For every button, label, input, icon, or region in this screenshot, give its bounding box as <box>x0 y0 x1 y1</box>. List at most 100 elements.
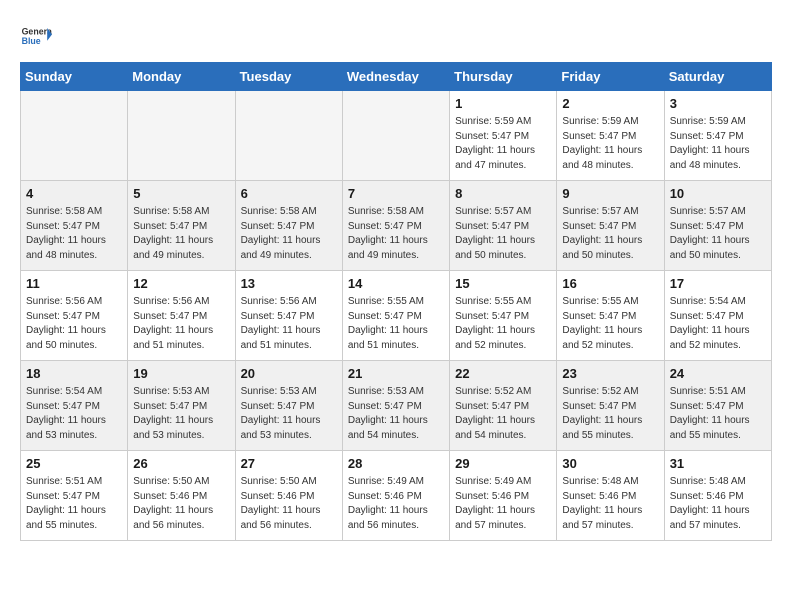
day-number: 30 <box>562 455 658 473</box>
calendar-cell: 26 Sunrise: 5:50 AM Sunset: 5:46 PM Dayli… <box>128 451 235 541</box>
calendar-cell: 17 Sunrise: 5:54 AM Sunset: 5:47 PM Dayli… <box>664 271 771 361</box>
day-info: Sunrise: 5:53 AM Sunset: 5:47 PM Dayligh… <box>133 385 229 443</box>
calendar-cell: 5 Sunrise: 5:58 AM Sunset: 5:47 PM Daylig… <box>128 181 235 271</box>
day-number: 1 <box>455 95 551 113</box>
day-number: 14 <box>348 275 444 293</box>
day-info: Sunrise: 5:57 AM Sunset: 5:47 PM Dayligh… <box>455 205 551 263</box>
calendar-week-row: 18Sunrise: 5:54 AM Sunset: 5:47 PM Dayli… <box>21 361 772 451</box>
day-info: Sunrise: 5:59 AM Sunset: 5:47 PM Dayligh… <box>562 115 658 173</box>
calendar-cell: 21 Sunrise: 5:53 AM Sunset: 5:47 PM Dayli… <box>342 361 449 451</box>
calendar-cell: 9 Sunrise: 5:57 AM Sunset: 5:47 PM Daylig… <box>557 181 664 271</box>
day-info: Sunrise: 5:52 AM Sunset: 5:47 PM Dayligh… <box>455 385 551 443</box>
calendar-cell: 1 Sunrise: 5:59 AM Sunset: 5:47 PM Daylig… <box>450 91 557 181</box>
day-info: Sunrise: 5:49 AM Sunset: 5:46 PM Dayligh… <box>348 475 444 533</box>
day-number: 25 <box>26 455 122 473</box>
day-info: Sunrise: 5:55 AM Sunset: 5:47 PM Dayligh… <box>348 295 444 353</box>
calendar-week-row: 11 Sunrise: 5:56 AM Sunset: 5:47 PM Dayli… <box>21 271 772 361</box>
day-number: 13 <box>241 275 337 293</box>
day-number: 9 <box>562 185 658 203</box>
day-info: Sunrise: 5:50 AM Sunset: 5:46 PM Dayligh… <box>133 475 229 533</box>
day-number: 19 <box>133 365 229 383</box>
day-number: 10 <box>670 185 766 203</box>
day-number: 21 <box>348 365 444 383</box>
day-info: Sunrise: 5:58 AM Sunset: 5:47 PM Dayligh… <box>348 205 444 263</box>
calendar-cell <box>21 91 128 181</box>
day-info: Sunrise: 5:57 AM Sunset: 5:47 PM Dayligh… <box>670 205 766 263</box>
logo-icon: General Blue <box>20 20 52 52</box>
day-number: 17 <box>670 275 766 293</box>
day-info: Sunrise: 5:59 AM Sunset: 5:47 PM Dayligh… <box>670 115 766 173</box>
day-info: Sunrise: 5:58 AM Sunset: 5:47 PM Dayligh… <box>133 205 229 263</box>
calendar-cell: 28 Sunrise: 5:49 AM Sunset: 5:46 PM Dayli… <box>342 451 449 541</box>
day-number: 8 <box>455 185 551 203</box>
day-info: Sunrise: 5:50 AM Sunset: 5:46 PM Dayligh… <box>241 475 337 533</box>
calendar-cell: 18Sunrise: 5:54 AM Sunset: 5:47 PM Dayli… <box>21 361 128 451</box>
calendar-week-row: 25 Sunrise: 5:51 AM Sunset: 5:47 PM Dayli… <box>21 451 772 541</box>
day-info: Sunrise: 5:53 AM Sunset: 5:47 PM Dayligh… <box>241 385 337 443</box>
day-number: 4 <box>26 185 122 203</box>
weekday-header-friday: Friday <box>557 63 664 91</box>
day-number: 15 <box>455 275 551 293</box>
day-number: 11 <box>26 275 122 293</box>
day-number: 20 <box>241 365 337 383</box>
day-info: Sunrise: 5:48 AM Sunset: 5:46 PM Dayligh… <box>670 475 766 533</box>
day-info: Sunrise: 5:58 AM Sunset: 5:47 PM Dayligh… <box>26 205 122 263</box>
calendar-cell: 24 Sunrise: 5:51 AM Sunset: 5:47 PM Dayli… <box>664 361 771 451</box>
calendar-cell: 29 Sunrise: 5:49 AM Sunset: 5:46 PM Dayli… <box>450 451 557 541</box>
day-number: 7 <box>348 185 444 203</box>
calendar-cell: 4 Sunrise: 5:58 AM Sunset: 5:47 PM Daylig… <box>21 181 128 271</box>
weekday-header-sunday: Sunday <box>21 63 128 91</box>
day-number: 28 <box>348 455 444 473</box>
calendar-week-row: 4 Sunrise: 5:58 AM Sunset: 5:47 PM Daylig… <box>21 181 772 271</box>
calendar-cell: 13 Sunrise: 5:56 AM Sunset: 5:47 PM Dayli… <box>235 271 342 361</box>
day-info: Sunrise: 5:58 AM Sunset: 5:47 PM Dayligh… <box>241 205 337 263</box>
day-info: Sunrise: 5:52 AM Sunset: 5:47 PM Dayligh… <box>562 385 658 443</box>
weekday-header-tuesday: Tuesday <box>235 63 342 91</box>
calendar-cell: 27 Sunrise: 5:50 AM Sunset: 5:46 PM Dayli… <box>235 451 342 541</box>
day-number: 5 <box>133 185 229 203</box>
day-number: 27 <box>241 455 337 473</box>
day-number: 26 <box>133 455 229 473</box>
calendar-cell: 3 Sunrise: 5:59 AM Sunset: 5:47 PM Daylig… <box>664 91 771 181</box>
day-number: 16 <box>562 275 658 293</box>
day-info: Sunrise: 5:51 AM Sunset: 5:47 PM Dayligh… <box>26 475 122 533</box>
calendar-week-row: 1 Sunrise: 5:59 AM Sunset: 5:47 PM Daylig… <box>21 91 772 181</box>
calendar-cell: 12 Sunrise: 5:56 AM Sunset: 5:47 PM Dayli… <box>128 271 235 361</box>
calendar-cell: 23 Sunrise: 5:52 AM Sunset: 5:47 PM Dayli… <box>557 361 664 451</box>
calendar-cell <box>128 91 235 181</box>
calendar-cell: 15 Sunrise: 5:55 AM Sunset: 5:47 PM Dayli… <box>450 271 557 361</box>
calendar-cell: 11 Sunrise: 5:56 AM Sunset: 5:47 PM Dayli… <box>21 271 128 361</box>
calendar-cell: 31Sunrise: 5:48 AM Sunset: 5:46 PM Dayli… <box>664 451 771 541</box>
day-number: 29 <box>455 455 551 473</box>
day-info: Sunrise: 5:49 AM Sunset: 5:46 PM Dayligh… <box>455 475 551 533</box>
day-info: Sunrise: 5:56 AM Sunset: 5:47 PM Dayligh… <box>241 295 337 353</box>
day-number: 23 <box>562 365 658 383</box>
calendar-cell <box>235 91 342 181</box>
day-number: 24 <box>670 365 766 383</box>
calendar-cell: 16 Sunrise: 5:55 AM Sunset: 5:47 PM Dayli… <box>557 271 664 361</box>
day-info: Sunrise: 5:51 AM Sunset: 5:47 PM Dayligh… <box>670 385 766 443</box>
day-info: Sunrise: 5:57 AM Sunset: 5:47 PM Dayligh… <box>562 205 658 263</box>
day-info: Sunrise: 5:56 AM Sunset: 5:47 PM Dayligh… <box>133 295 229 353</box>
logo: General Blue <box>20 20 52 52</box>
calendar-cell: 25 Sunrise: 5:51 AM Sunset: 5:47 PM Dayli… <box>21 451 128 541</box>
day-info: Sunrise: 5:55 AM Sunset: 5:47 PM Dayligh… <box>562 295 658 353</box>
weekday-header-thursday: Thursday <box>450 63 557 91</box>
calendar-cell: 6 Sunrise: 5:58 AM Sunset: 5:47 PM Daylig… <box>235 181 342 271</box>
day-number: 6 <box>241 185 337 203</box>
calendar-cell: 8 Sunrise: 5:57 AM Sunset: 5:47 PM Daylig… <box>450 181 557 271</box>
day-info: Sunrise: 5:59 AM Sunset: 5:47 PM Dayligh… <box>455 115 551 173</box>
calendar-cell: 14 Sunrise: 5:55 AM Sunset: 5:47 PM Dayli… <box>342 271 449 361</box>
page-header: General Blue <box>20 20 772 52</box>
calendar-cell: 20 Sunrise: 5:53 AM Sunset: 5:47 PM Dayli… <box>235 361 342 451</box>
day-info: Sunrise: 5:56 AM Sunset: 5:47 PM Dayligh… <box>26 295 122 353</box>
day-info: Sunrise: 5:54 AM Sunset: 5:47 PM Dayligh… <box>670 295 766 353</box>
day-number: 3 <box>670 95 766 113</box>
day-info: Sunrise: 5:53 AM Sunset: 5:47 PM Dayligh… <box>348 385 444 443</box>
day-info: Sunrise: 5:55 AM Sunset: 5:47 PM Dayligh… <box>455 295 551 353</box>
day-number: 12 <box>133 275 229 293</box>
day-info: Sunrise: 5:54 AM Sunset: 5:47 PM Dayligh… <box>26 385 122 443</box>
calendar-cell: 10 Sunrise: 5:57 AM Sunset: 5:47 PM Dayli… <box>664 181 771 271</box>
weekday-header-row: SundayMondayTuesdayWednesdayThursdayFrid… <box>21 63 772 91</box>
weekday-header-monday: Monday <box>128 63 235 91</box>
